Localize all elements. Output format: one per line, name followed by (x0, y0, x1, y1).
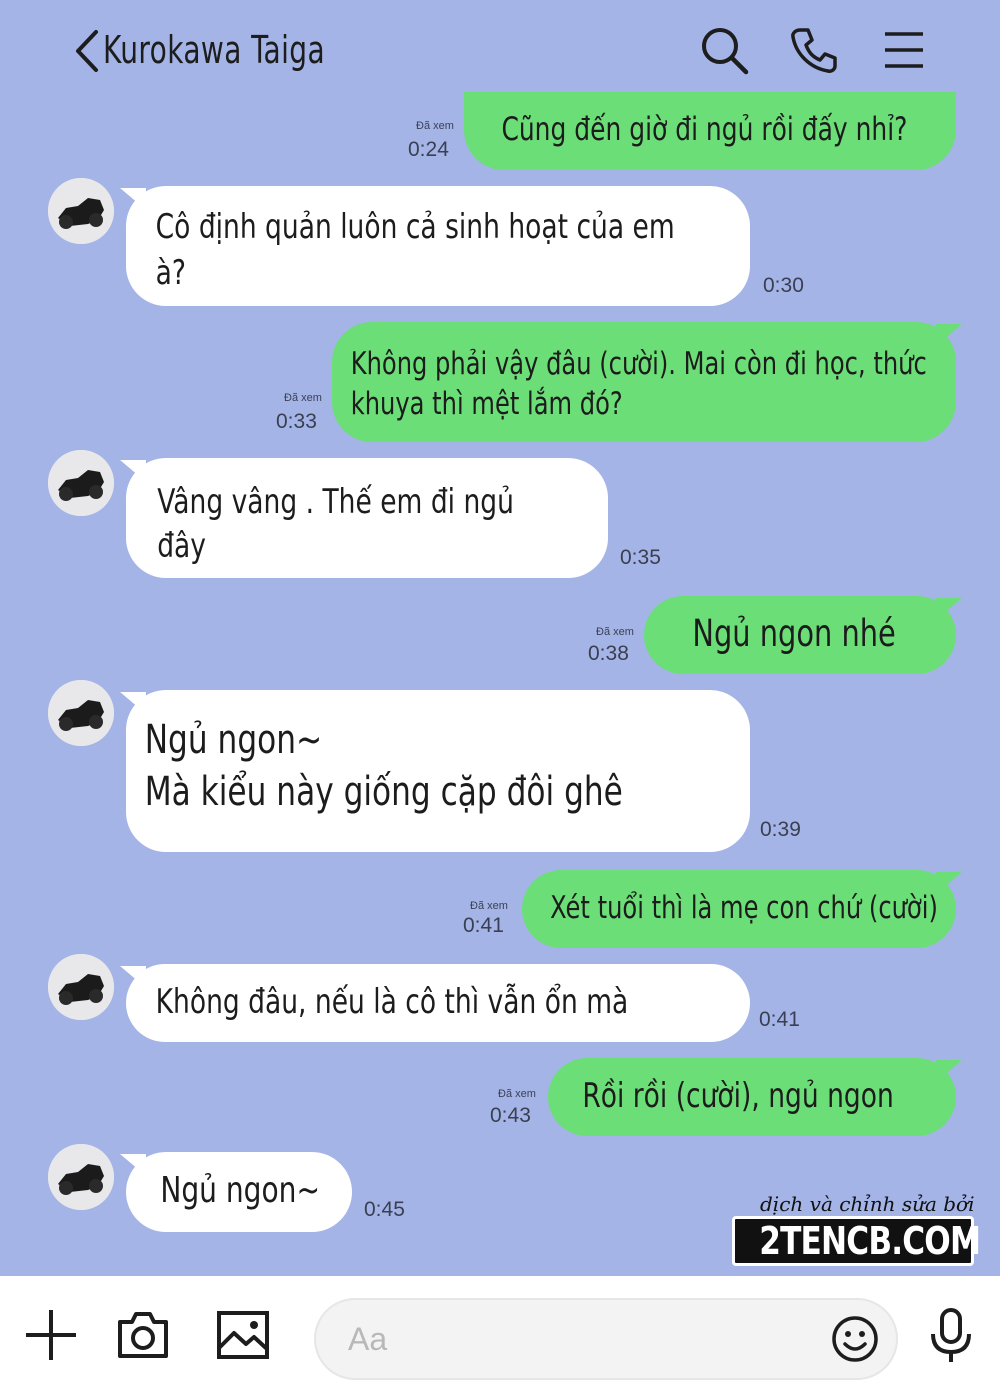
read-receipt: Đã xem (284, 392, 322, 404)
message-text: Xét tuổi thì là mẹ con chứ (cười) (550, 890, 938, 926)
avatar[interactable] (48, 178, 114, 244)
bubble-tail (936, 324, 962, 346)
emoji-icon[interactable] (830, 1314, 880, 1364)
message-text-line: à? (155, 253, 186, 293)
composer-bar (0, 1276, 1000, 1391)
read-receipt: Đã xem (498, 1088, 536, 1100)
search-icon[interactable] (698, 24, 750, 76)
message-bubble[interactable]: Ngủ ngon~ (126, 1152, 352, 1232)
message-bubble[interactable]: Không đâu, nếu là cô thì vẫn ổn mà (126, 964, 750, 1042)
message-bubble[interactable]: Rồi rồi (cười), ngủ ngon (548, 1058, 956, 1136)
message-input[interactable] (348, 1314, 828, 1364)
message-time: 0:41 (463, 914, 504, 937)
message-time: 0:30 (763, 274, 804, 297)
message-text: Cũng đến giờ đi ngủ rồi đấy nhỉ? (501, 110, 908, 148)
message-text: Không đâu, nếu là cô thì vẫn ổn mà (155, 982, 629, 1022)
contact-name: Kurokawa Taiga (103, 28, 326, 72)
message-time: 0:41 (759, 1008, 800, 1031)
message-text-line: Mà kiểu này giống cặp đôi ghê (144, 769, 623, 815)
watermark-site: 2TENCB.COM (732, 1216, 981, 1266)
message-time: 0:38 (588, 642, 629, 665)
bubble-tail (936, 1060, 962, 1082)
message-time: 0:33 (276, 410, 317, 433)
read-receipt: Đã xem (416, 120, 454, 132)
message-input-box[interactable] (314, 1298, 898, 1380)
bubble-tail (936, 598, 962, 620)
message-time: 0:45 (364, 1198, 405, 1221)
message-time: 0:24 (408, 138, 449, 161)
watermark-site-text: 2TENCB.COM (759, 1219, 981, 1263)
message-bubble[interactable]: Cũng đến giờ đi ngủ rồi đấy nhỉ? (464, 92, 956, 170)
message-text-line: Không phải vậy đâu (cười). Mai còn đi họ… (350, 346, 927, 382)
image-icon[interactable] (214, 1306, 272, 1364)
message-text: Rồi rồi (cười), ngủ ngon (582, 1076, 894, 1116)
message-time: 0:35 (620, 546, 661, 569)
read-receipt: Đã xem (470, 900, 508, 912)
message-time: 0:43 (490, 1104, 531, 1127)
message-text-line: Ngủ ngon~ (144, 717, 323, 763)
message-text: Ngủ ngon nhé (692, 612, 896, 655)
plus-icon[interactable] (22, 1306, 80, 1364)
message-bubble[interactable]: Không phải vậy đâu (cười). Mai còn đi họ… (332, 322, 956, 442)
message-text: Ngủ ngon~ (160, 1170, 321, 1211)
message-text-line: khuya thì mệt lắm đó? (350, 386, 623, 422)
watermark-credit: dịch và chỉnh sửa bởi (760, 1192, 975, 1216)
message-bubble[interactable]: Cô định quản luôn cả sinh hoạt của em à? (126, 186, 750, 306)
avatar[interactable] (48, 450, 114, 516)
message-bubble[interactable]: Xét tuổi thì là mẹ con chứ (cười) (522, 870, 956, 948)
avatar[interactable] (48, 954, 114, 1020)
phone-icon[interactable] (788, 24, 840, 76)
message-text-line: Vâng vâng . Thế em đi ngủ (157, 482, 514, 522)
message-bubble[interactable]: Ngủ ngon~ Mà kiểu này giống cặp đôi ghê (126, 690, 750, 852)
back-chevron-icon[interactable] (68, 26, 104, 76)
camera-icon[interactable] (114, 1306, 172, 1364)
message-text-line: đây (157, 526, 206, 566)
message-text-line: Cô định quản luôn cả sinh hoạt của em (155, 207, 675, 247)
read-receipt: Đã xem (596, 626, 634, 638)
message-time: 0:39 (760, 818, 801, 841)
avatar[interactable] (48, 1144, 114, 1210)
message-bubble[interactable]: Ngủ ngon nhé (644, 596, 956, 674)
menu-icon[interactable] (878, 24, 930, 76)
avatar[interactable] (48, 680, 114, 746)
chat-header: Kurokawa Taiga (0, 0, 1000, 105)
microphone-icon[interactable] (922, 1306, 980, 1364)
bubble-tail (936, 872, 962, 894)
message-bubble[interactable]: Vâng vâng . Thế em đi ngủ đây (126, 458, 608, 578)
